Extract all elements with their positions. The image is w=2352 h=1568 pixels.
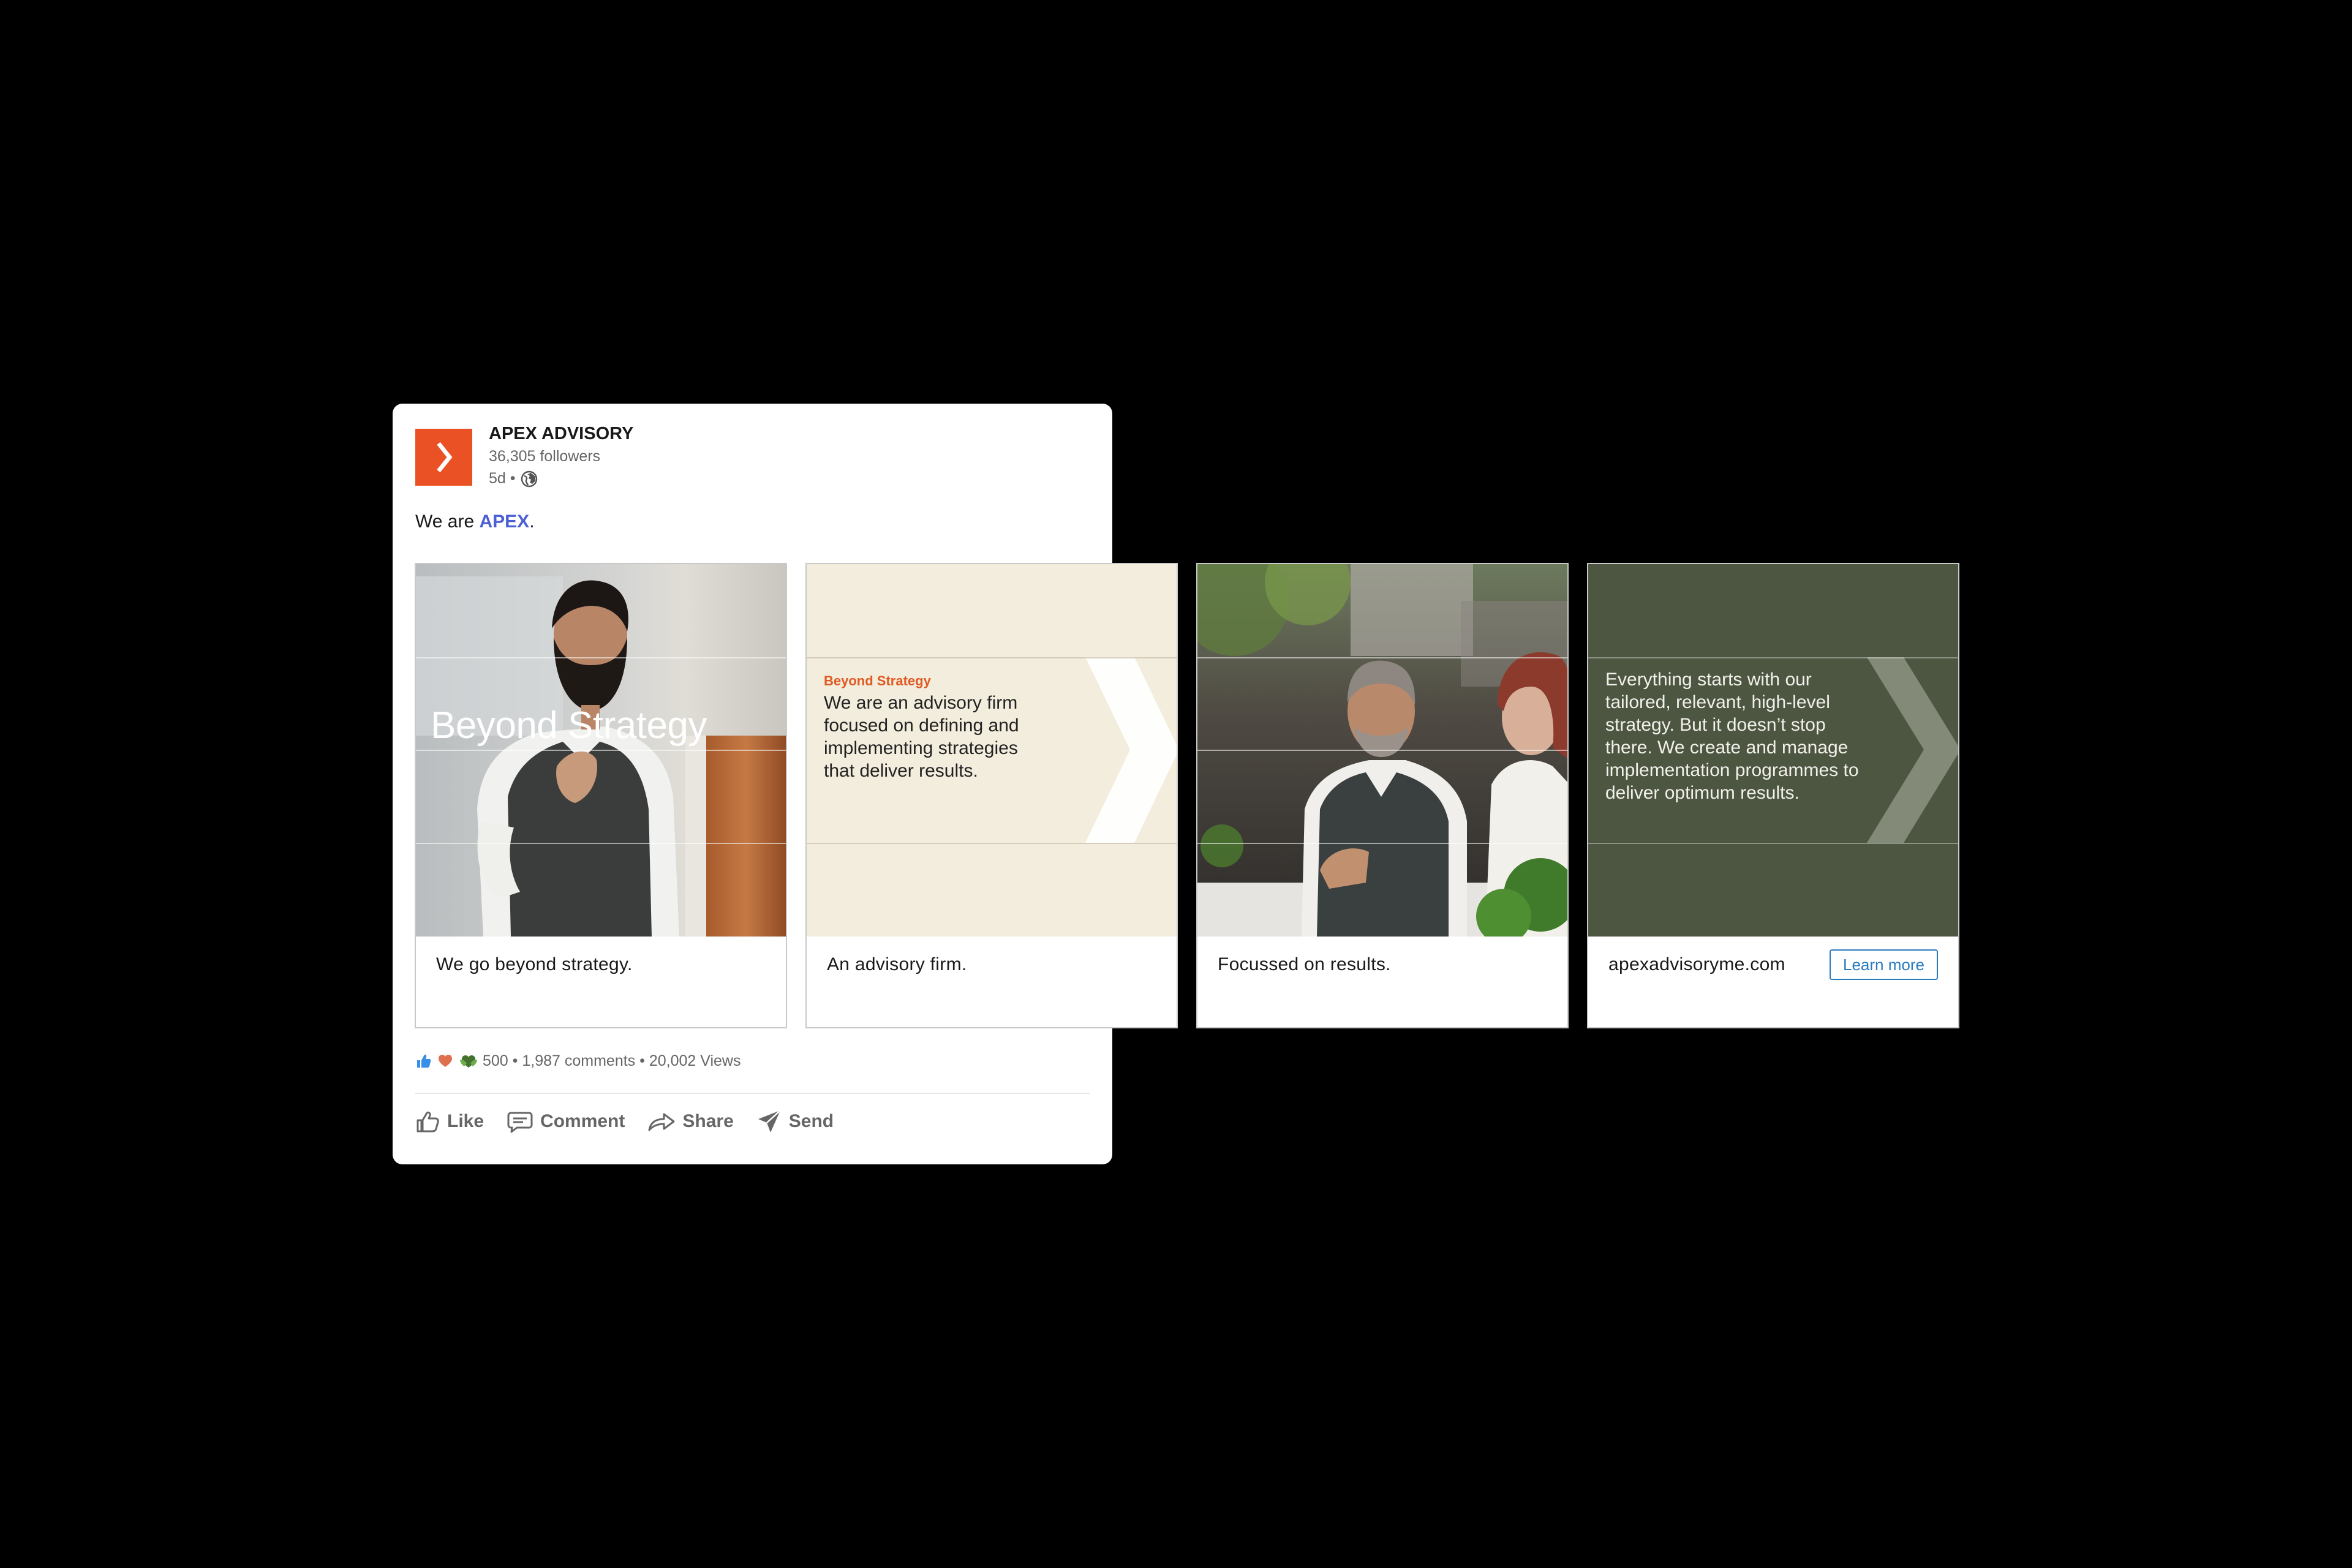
slide-kicker: Beyond Strategy [824, 673, 931, 688]
send-label: Send [788, 1111, 834, 1131]
slide-body-text: We are an advisory firm focused on defin… [824, 693, 1019, 781]
comment-label: Comment [540, 1111, 625, 1131]
learn-more-button[interactable]: Learn more [1830, 949, 1938, 980]
mention-link[interactable]: APEX [480, 511, 530, 532]
carousel-slide-4[interactable]: Everything starts with our tailored, rel… [1587, 563, 1959, 1028]
slide-caption: We go beyond strategy. [436, 954, 633, 974]
carousel-slide-2[interactable]: Beyond Strategy We are an advisory firm … [805, 563, 1178, 1028]
post-actions: Like Comment Share Send [414, 1108, 834, 1135]
send-icon [758, 1110, 781, 1133]
slide-body-text: Everything starts with our tailored, rel… [1605, 669, 1859, 803]
engagement-stats[interactable]: 500 • 1,987 comments • 20,002 Views [483, 1052, 741, 1070]
post-meta: 5d • [489, 470, 538, 488]
share-label: Share [682, 1111, 734, 1131]
like-reaction-icon [417, 1054, 431, 1068]
carousel-slide-3[interactable]: Focussed on results. [1196, 563, 1569, 1028]
website-link[interactable]: apexadvisoryme.com [1608, 954, 1785, 975]
post-age: 5d • [489, 470, 516, 487]
follower-count: 36,305 followers [489, 448, 601, 465]
support-reaction-icon [460, 1055, 477, 1068]
comment-icon [507, 1112, 533, 1133]
send-button[interactable]: Send [756, 1108, 834, 1135]
slide-caption: An advisory firm. [827, 954, 967, 974]
slide-caption: Focussed on results. [1218, 954, 1391, 974]
olive-graphic: Everything starts with our tailored, rel… [1588, 564, 1958, 937]
post-text: We are APEX. [415, 511, 535, 532]
cream-graphic: Beyond Strategy We are an advisory firm … [807, 564, 1177, 937]
presenter-photo: Beyond Strategy [416, 564, 786, 937]
company-name[interactable]: APEX ADVISORY [489, 424, 633, 444]
globe-icon [521, 470, 537, 487]
slide-title: Beyond Strategy [431, 704, 707, 747]
meeting-photo [1197, 564, 1567, 937]
apex-logo-icon[interactable] [415, 429, 472, 486]
like-icon [417, 1111, 439, 1133]
actions-divider [415, 1093, 1090, 1094]
share-button[interactable]: Share [647, 1108, 734, 1135]
post-text-prefix: We are [415, 511, 480, 532]
comment-button[interactable]: Comment [506, 1108, 625, 1135]
share-icon [648, 1113, 675, 1131]
like-label: Like [447, 1111, 484, 1131]
like-button[interactable]: Like [414, 1108, 484, 1135]
love-reaction-icon [439, 1055, 452, 1067]
post-text-suffix: . [529, 511, 535, 532]
carousel-slide-1[interactable]: Beyond Strategy We go beyond strategy. [415, 563, 787, 1028]
reactions-bar[interactable]: 500 • 1,987 comments • 20,002 Views [414, 1052, 741, 1070]
